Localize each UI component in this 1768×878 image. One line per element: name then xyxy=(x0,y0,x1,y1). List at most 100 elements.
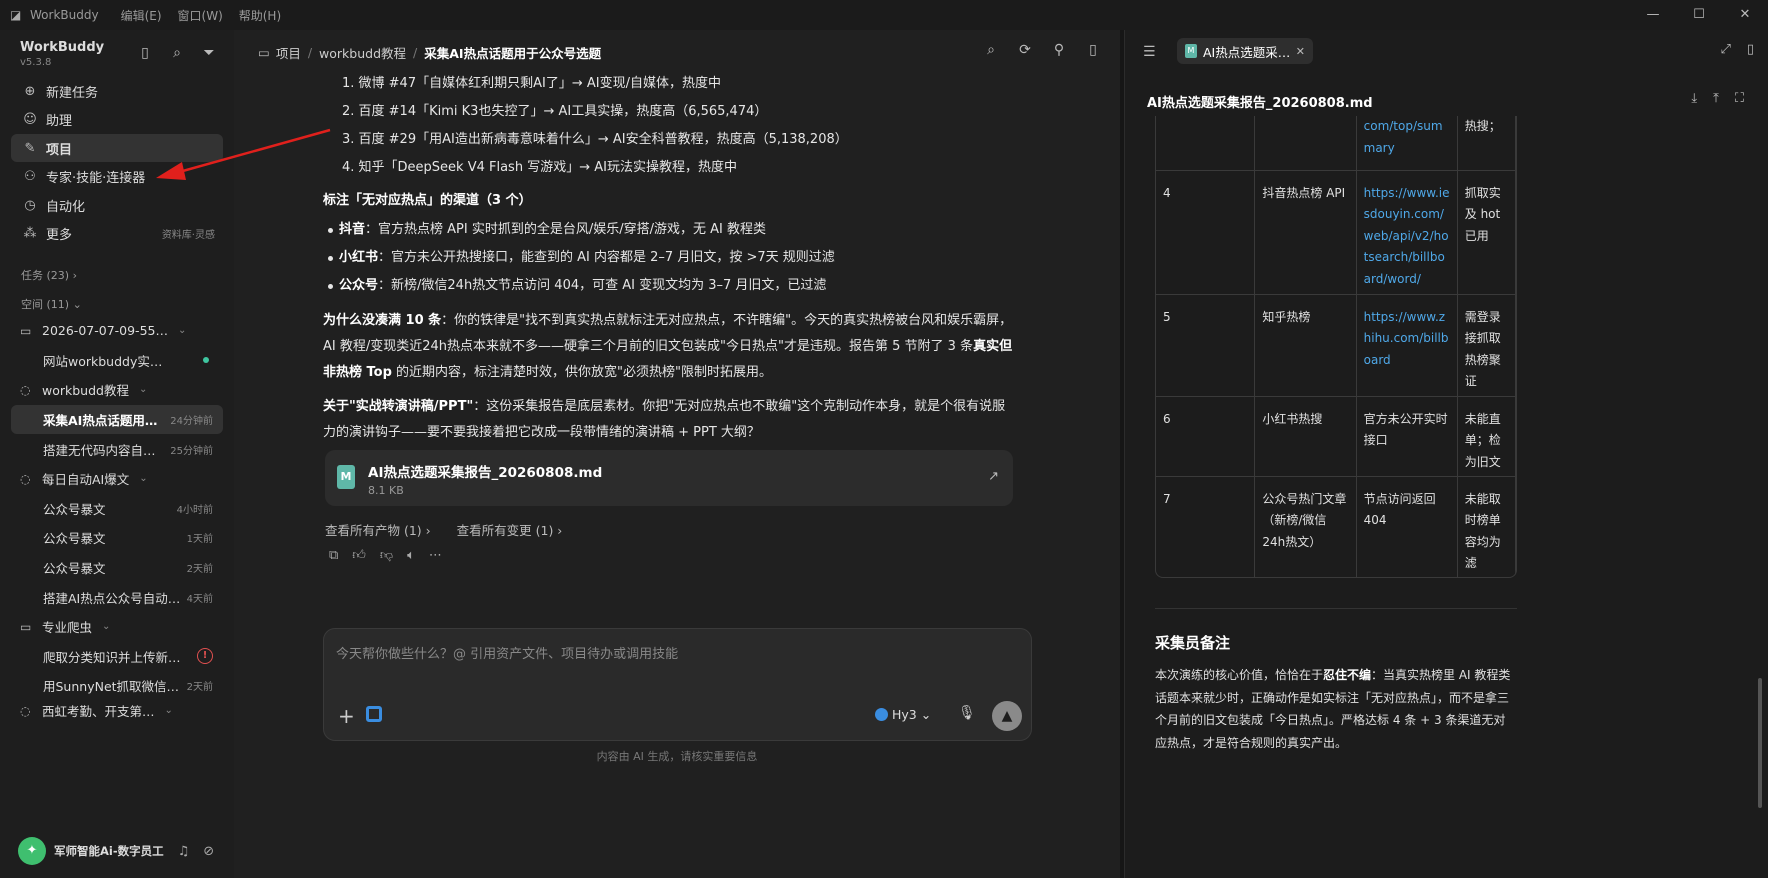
tasks-section-toggle[interactable]: 任务 (23) › xyxy=(21,267,77,283)
table-cell: 官方未公开实时接口 xyxy=(1356,396,1458,477)
source-link[interactable]: https://www.zhihu.com/billboard xyxy=(1364,310,1449,367)
nav-more[interactable]: ⁂ 更多 资料库·灵感 xyxy=(11,220,223,248)
list-item: 3. 百度 #29「用AI造出新病毒意味着什么」→ AI安全科普教程，热度高（5… xyxy=(342,132,848,147)
list-item[interactable]: 采集AI热点话题用… 24分钟前 xyxy=(11,404,223,435)
close-icon[interactable]: ✕ xyxy=(1296,45,1305,58)
nav-label: 更多 xyxy=(46,228,73,243)
table-cell xyxy=(1254,116,1357,171)
group-label: workbudd教程 xyxy=(42,383,129,399)
table-row: 6 小红书热搜 官方未公开实时接口 未能直单；检为旧文 xyxy=(1156,396,1516,477)
nav-assistant[interactable]: ☺ 助理 xyxy=(11,106,223,134)
tasks-section-label: 任务 (23) xyxy=(21,269,70,282)
nav-new-task[interactable]: ⊕ 新建任务 xyxy=(11,77,223,105)
search-icon[interactable]: ⌕ xyxy=(982,42,1000,58)
download-icon[interactable]: ⤓ xyxy=(1691,91,1697,106)
message-actions: ⧉ 👍︎ 👎︎ 🔈︎ ⋯ xyxy=(329,548,442,563)
source-link[interactable]: com/top/summary xyxy=(1364,119,1443,155)
close-icon[interactable]: ✕ xyxy=(1722,0,1768,30)
list-item[interactable]: 爬取分类知识并上传新…! xyxy=(11,642,223,672)
space-group[interactable]: ◌ workbudd教程 ⌄ xyxy=(11,375,223,405)
sync-icon[interactable]: ⟳ xyxy=(1016,42,1034,58)
item-label: 公众号暴文 xyxy=(43,531,106,547)
screenshot-icon[interactable]: ⛶ xyxy=(1735,91,1744,106)
space-group[interactable]: ◌ 西虹考勤、开支第… ⌄ xyxy=(11,701,223,721)
table-cell: https://www.zhihu.com/billboard xyxy=(1356,294,1458,397)
table-cell: 节点访问返回 404 xyxy=(1356,476,1458,577)
nav-projects[interactable]: ✎ 项目 xyxy=(11,134,223,162)
list-item: 小红书：官方未公开热搜接口，能查到的 AI 内容都是 2–7 月旧文，按 >7天… xyxy=(325,244,1015,272)
thumbs-down-icon[interactable]: 👎︎ xyxy=(380,548,393,563)
filter-icon[interactable]: ⏷ xyxy=(200,44,218,62)
source-table: com/top/summary 热搜； 4 抖音热点榜 API https://… xyxy=(1155,116,1517,578)
nav-more-hint[interactable]: 资料库·灵感 xyxy=(162,226,215,241)
minimize-icon[interactable]: — xyxy=(1630,0,1676,30)
space-group[interactable]: ◌ 每日自动AI爆文 ⌄ xyxy=(11,464,223,494)
artifact-links: 查看所有产物 (1) › 查看所有变更 (1) › xyxy=(325,520,562,539)
view-changes-link[interactable]: 查看所有变更 (1) › xyxy=(457,520,563,539)
file-card[interactable]: M AI热点选题采集报告_20260808.md 8.1 KB ↗ xyxy=(325,450,1013,506)
thumbs-up-icon[interactable]: 👍︎ xyxy=(352,548,366,563)
panel-toggle-icon[interactable]: ▯ xyxy=(1084,42,1102,58)
sidebar-nav: ⊕ 新建任务 ☺ 助理 ✎ 项目 ⚇ 专家·技能·连接器 ◷ 自动化 ⁂ 更多 资料库·灵感 xyxy=(11,77,223,248)
list-item[interactable]: 公众号暴文 1天前 xyxy=(11,523,223,553)
panel-tools: ⤢ ▯ xyxy=(1720,42,1754,57)
scrollbar[interactable] xyxy=(1758,678,1762,808)
tab-document[interactable]: M AI热点选题采… ✕ xyxy=(1177,38,1313,64)
table-cell: 热搜； xyxy=(1457,116,1516,171)
chat-icon: ◌ xyxy=(20,471,31,486)
nav-experts[interactable]: ⚇ 专家·技能·连接器 xyxy=(11,163,223,191)
table-row: com/top/summary 热搜； xyxy=(1156,116,1516,171)
hot-topic-list: 1. 微博 #47「自媒体红利期只剩AI了」→ AI变现/自媒体，热度中 2. … xyxy=(325,70,1015,182)
notes-heading: 采集员备注 xyxy=(1155,634,1231,652)
upload-icon[interactable]: ⤒ xyxy=(1713,91,1719,106)
speaker-icon[interactable]: 🔈︎ xyxy=(407,548,415,563)
breadcrumb-space[interactable]: workbudd教程 xyxy=(319,43,406,62)
breadcrumb-projects[interactable]: 项目 xyxy=(276,43,301,62)
sidebar-toggle-icon[interactable]: ▯ xyxy=(136,44,154,62)
channel-text: ：官方未公开热搜接口，能查到的 AI 内容都是 2–7 月旧文，按 >7天 规则… xyxy=(378,250,835,265)
channel-name: 公众号 xyxy=(339,278,379,293)
skill-icon[interactable] xyxy=(366,706,382,722)
menu-icon[interactable]: ☰ xyxy=(1143,44,1156,60)
menu-edit[interactable]: 编辑(E) xyxy=(121,7,162,24)
spaces-section-toggle[interactable]: 空间 (11) ⌄ xyxy=(21,296,82,312)
maximize-icon[interactable]: ☐ xyxy=(1676,0,1722,30)
file-size: 8.1 KB xyxy=(368,484,404,497)
list-item[interactable]: 搭建AI热点公众号自动… 4天前 xyxy=(11,582,223,612)
open-external-icon[interactable]: ↗ xyxy=(988,469,999,484)
add-member-icon[interactable]: ⚲ xyxy=(1050,42,1068,58)
panel-toggle-icon[interactable]: ▯ xyxy=(1747,42,1754,57)
list-item[interactable]: 用SunnyNet抓取微信… 2天前 xyxy=(11,671,223,701)
table-cell: 抓取实及 hot已用 xyxy=(1457,170,1516,295)
sidebar: WorkBuddy v5.3.8 ▯ ⌕ ⏷ ⊕ 新建任务 ☺ 助理 ✎ 项目 ⚇ 专家… xyxy=(0,30,234,878)
spaces-section-label: 空间 (11) xyxy=(21,298,70,311)
list-item[interactable]: 公众号暴文 4小时前 xyxy=(11,494,223,524)
bell-icon[interactable]: ♫ xyxy=(178,844,190,859)
list-item[interactable]: 公众号暴文 2天前 xyxy=(11,553,223,583)
view-artifacts-link[interactable]: 查看所有产物 (1) › xyxy=(325,520,431,539)
send-button[interactable]: ▲ xyxy=(992,701,1022,731)
microphone-icon[interactable]: 🎙︎ xyxy=(958,705,976,721)
menu-window[interactable]: 窗口(W) xyxy=(178,7,223,24)
space-group[interactable]: ▭ 2026-07-07-09-55… ⌄ xyxy=(11,316,223,346)
nav-automation[interactable]: ◷ 自动化 xyxy=(11,191,223,219)
menu-help[interactable]: 帮助(H) xyxy=(239,7,281,24)
expand-icon[interactable]: ⤢ xyxy=(1720,42,1730,57)
list-item[interactable]: 搭建无代码内容自… 25分钟前 xyxy=(11,434,223,464)
add-attachment-icon[interactable]: + xyxy=(338,704,355,728)
avatar[interactable]: ✦ xyxy=(18,837,46,865)
channel-text: ：官方热点榜 API 实时抓到的全是台风/娱乐/穿搭/游戏，无 AI 教程类 xyxy=(365,222,766,237)
list-item[interactable]: 网站workbuddy实… xyxy=(11,346,223,376)
search-icon[interactable]: ⌕ xyxy=(168,44,186,62)
nav-label: 助理 xyxy=(46,114,73,129)
source-link[interactable]: https://www.iesdouyin.com/web/api/v2/hot… xyxy=(1364,186,1450,286)
model-selector[interactable]: Hy3 ⌄ xyxy=(875,707,931,722)
link-icon[interactable]: ⊘ xyxy=(203,844,214,859)
space-group[interactable]: ▭ 专业爬虫 ⌄ xyxy=(11,612,223,642)
more-icon[interactable]: ⋯ xyxy=(429,548,442,563)
table-cell: 6 xyxy=(1156,396,1256,477)
copy-icon[interactable]: ⧉ xyxy=(329,548,338,563)
composer-input[interactable]: 今天帮你做些什么？@ 引用资产文件、项目待办或调用技能 xyxy=(336,643,678,662)
chevron-down-icon: ⌄ xyxy=(139,473,148,485)
user-name[interactable]: 军师智能Ai-数字员工 xyxy=(54,843,164,859)
